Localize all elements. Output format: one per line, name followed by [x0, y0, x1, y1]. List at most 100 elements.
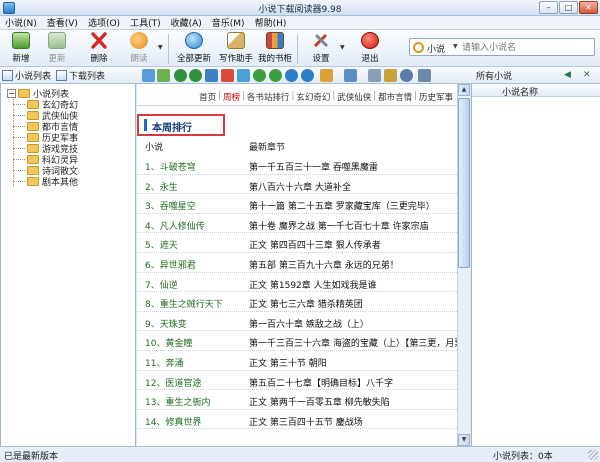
- menu-favorites[interactable]: 收藏(A): [166, 16, 207, 29]
- window-controls: – □ ✕: [539, 1, 598, 14]
- menu-options[interactable]: 选项(O): [83, 16, 125, 29]
- tab-novel-list[interactable]: 小说列表: [15, 69, 51, 82]
- new-book-icon: [12, 32, 30, 49]
- print-icon[interactable]: [418, 69, 431, 82]
- copy-icon[interactable]: [368, 69, 381, 82]
- menu-help[interactable]: 帮助(H): [250, 16, 292, 29]
- download-list-icon: [56, 70, 68, 81]
- chapter-link[interactable]: 第五部 第三百九十六章 永远的兄弟！: [249, 258, 399, 271]
- chapter-link[interactable]: 第一千五百三十一章 吞噬黑魔雷: [249, 160, 378, 173]
- novel-link[interactable]: 11、奔涌: [145, 356, 183, 369]
- writing-helper-button[interactable]: 写作助手: [219, 32, 253, 65]
- folder-icon: [18, 88, 30, 98]
- collapse-icon[interactable]: −: [7, 88, 16, 98]
- chapter-link[interactable]: 正文 第四百四十三章 狠人传承者: [249, 238, 381, 251]
- novel-link[interactable]: 3、吞噬星空: [145, 199, 196, 212]
- tree-item[interactable]: 剧本其他: [7, 176, 78, 188]
- chapter-link[interactable]: 第五百二十七章【明确目标】八千字: [249, 376, 393, 389]
- back-icon[interactable]: [174, 69, 187, 82]
- novel-link[interactable]: 12、医道官途: [145, 376, 201, 389]
- novel-link[interactable]: 14、修真世界: [145, 415, 201, 428]
- scroll-thumb[interactable]: [458, 98, 470, 268]
- bottom-icon[interactable]: [301, 69, 314, 82]
- chapter-link[interactable]: 第十卷 魔界之战 第一千七百七十章 许家宗庙: [249, 219, 429, 232]
- menu-tools[interactable]: 工具(T): [125, 16, 166, 29]
- vertical-scrollbar[interactable]: ▲ ▼: [457, 84, 470, 446]
- column-header[interactable]: 小说名称: [472, 84, 600, 98]
- novel-link[interactable]: 13、重生之衙内: [145, 395, 210, 408]
- settings-dropdown-icon[interactable]: ▼: [340, 44, 345, 51]
- search-input[interactable]: [462, 41, 592, 54]
- novel-link[interactable]: 5、遮天: [145, 238, 178, 251]
- nav-fantasy[interactable]: 玄幻奇幻: [294, 91, 332, 103]
- nav-urban[interactable]: 都市言情: [376, 91, 414, 103]
- view-icon[interactable]: [344, 69, 357, 82]
- folder-icon: [27, 177, 39, 186]
- chapter-link[interactable]: 正文 第两千一百零五章 柳先敏失陷: [249, 395, 390, 408]
- settings-button[interactable]: 设置: [304, 32, 338, 65]
- toolbar-separator: [168, 34, 169, 64]
- update-all-button[interactable]: 全部更新: [177, 32, 211, 65]
- scroll-up-icon[interactable]: ▲: [458, 84, 470, 96]
- stop-icon[interactable]: [221, 69, 234, 82]
- novel-link[interactable]: 4、凡人修仙传: [145, 219, 205, 232]
- nav-home[interactable]: 首页: [197, 91, 218, 103]
- home-icon[interactable]: [205, 69, 218, 82]
- novel-link[interactable]: 8、重生之贼行天下: [145, 297, 223, 310]
- up-icon[interactable]: [253, 69, 266, 82]
- new-button[interactable]: 新增: [4, 32, 38, 65]
- down-icon[interactable]: [269, 69, 282, 82]
- read-aloud-icon: [130, 32, 148, 49]
- arrow-left-icon[interactable]: ◀: [564, 70, 571, 80]
- chapter-link[interactable]: 第一千三百三十六章 海盗的宝藏（上）【第三更，月票！】: [249, 336, 457, 349]
- my-bookshelf-button[interactable]: 我的书柜: [258, 32, 292, 65]
- menu-bar: 小说(N) 查看(V) 选项(O) 工具(T) 收藏(A) 音乐(M) 帮助(H…: [0, 16, 600, 30]
- top-icon[interactable]: [285, 69, 298, 82]
- novel-link[interactable]: 2、永生: [145, 180, 178, 193]
- delete-button[interactable]: 删除: [82, 32, 116, 65]
- folder-icon: [27, 100, 39, 109]
- update-button[interactable]: 更新: [40, 32, 74, 65]
- read-aloud-dropdown-icon[interactable]: ▼: [158, 44, 163, 51]
- text-icon[interactable]: [320, 69, 333, 82]
- novel-link[interactable]: 1、斗破苍穹: [145, 160, 196, 173]
- nav-wuxia[interactable]: 武侠仙侠: [335, 91, 373, 103]
- tab-download-list[interactable]: 下载列表: [69, 69, 105, 82]
- resize-grip-icon[interactable]: [588, 450, 598, 460]
- page-icon[interactable]: [142, 69, 155, 82]
- novel-link[interactable]: 7、仙逆: [145, 278, 178, 291]
- nav-history[interactable]: 历史军事: [417, 91, 455, 103]
- chapter-link[interactable]: 正文 第三百四十五节 鏖战场: [249, 415, 363, 428]
- chapter-link[interactable]: 正文 第七三六章 猎杀精英团: [249, 297, 363, 310]
- list-icon[interactable]: [157, 69, 170, 82]
- novel-link[interactable]: 10、黄金瞳: [145, 336, 192, 349]
- refresh-icon[interactable]: [237, 69, 250, 82]
- read-aloud-button[interactable]: 朗读: [122, 32, 156, 65]
- nav-site-ranking[interactable]: 各书站排行: [245, 91, 292, 103]
- find-icon[interactable]: [400, 69, 413, 82]
- menu-music[interactable]: 音乐(M): [207, 16, 250, 29]
- chapter-link[interactable]: 第八百六十六章 大道补全: [249, 180, 351, 193]
- folder-icon[interactable]: [384, 69, 397, 82]
- maximize-button[interactable]: □: [559, 1, 578, 14]
- chapter-link[interactable]: 第一百六十章 嫉敌之战（上）: [249, 317, 369, 330]
- search-scope-select[interactable]: 小说: [427, 42, 445, 55]
- update-icon: [48, 32, 66, 49]
- chapter-link[interactable]: 正文 第1592章 人生如戏我是谁: [249, 278, 377, 291]
- chapter-link[interactable]: 第十一篇 第二十五章 罗家藏宝库（三更完毕）: [249, 199, 435, 212]
- scroll-down-icon[interactable]: ▼: [458, 434, 470, 446]
- close-button[interactable]: ✕: [579, 1, 598, 14]
- chevron-down-icon[interactable]: ▼: [453, 43, 458, 50]
- forward-icon[interactable]: [189, 69, 202, 82]
- exit-button[interactable]: 退出: [353, 32, 387, 65]
- folder-icon: [27, 166, 39, 175]
- menu-view[interactable]: 查看(V): [42, 16, 83, 29]
- chapter-link[interactable]: 正文 第三十节 朝阳: [249, 356, 327, 369]
- bookshelf-icon: [266, 32, 284, 49]
- menu-novel[interactable]: 小说(N): [0, 16, 42, 29]
- nav-weekly[interactable]: 周榜: [221, 91, 242, 103]
- novel-link[interactable]: 6、异世邪君: [145, 258, 196, 271]
- minimize-button[interactable]: –: [539, 1, 558, 14]
- close-panel-icon[interactable]: ✕: [583, 70, 591, 80]
- novel-link[interactable]: 9、天珠变: [145, 317, 187, 330]
